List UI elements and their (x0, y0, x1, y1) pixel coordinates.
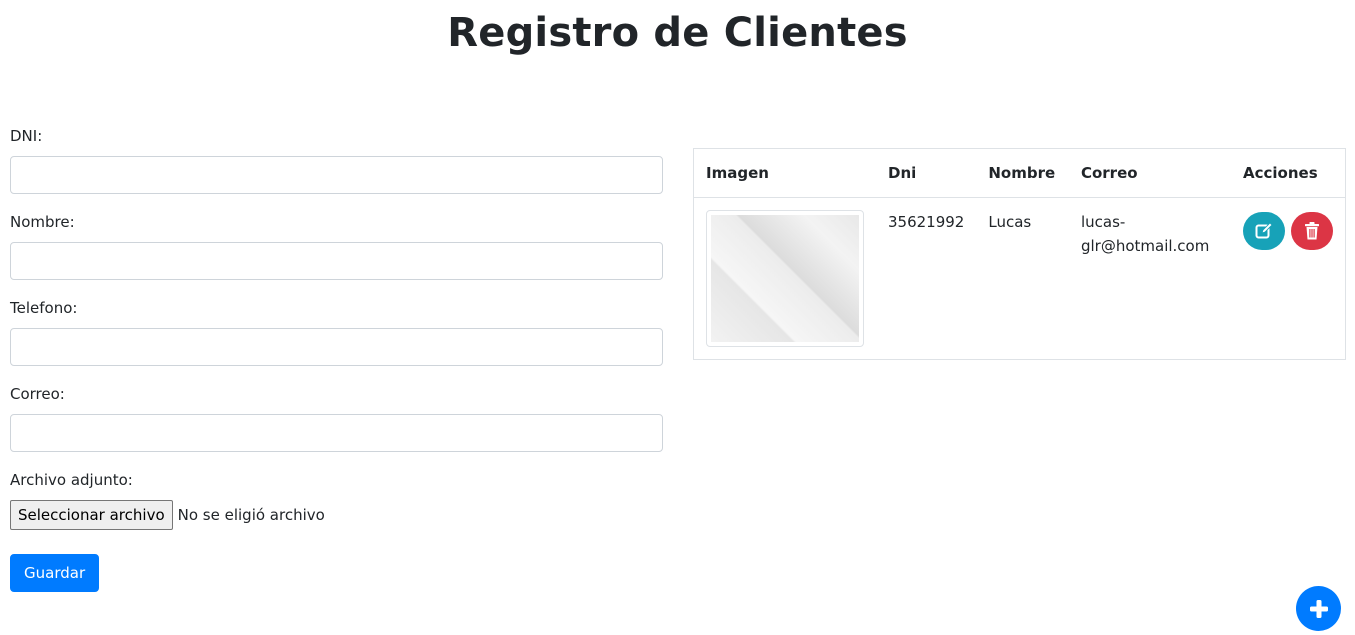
file-status-text: No se eligió archivo (177, 506, 325, 524)
edit-icon (1255, 221, 1273, 238)
page-title: Registro de Clientes (447, 10, 908, 56)
cell-nombre: Lucas (988, 212, 1032, 231)
correo-line-1: lucas- (1080, 212, 1126, 231)
save-button[interactable]: Guardar (10, 554, 100, 592)
client-form: DNI: Nombre: Telefono: Correo: Archivo a… (10, 126, 663, 592)
correo-label: Correo: (10, 385, 65, 403)
header-dni: Dni (876, 149, 977, 198)
cell-acciones (1231, 197, 1345, 359)
telefono-label: Telefono: (10, 299, 78, 317)
nombre-label: Nombre: (10, 213, 75, 231)
header-correo: Correo (1068, 149, 1231, 198)
cell-dni: 35621992 (888, 212, 965, 231)
table-header-row: Imagen Dni Nombre Correo Acciones (694, 149, 1345, 198)
trash-icon (1305, 221, 1319, 239)
choose-file-button[interactable]: Seleccionar archivo (10, 500, 173, 530)
dni-label: DNI: (10, 127, 43, 145)
add-client-fab[interactable] (1296, 586, 1341, 631)
clients-table: Imagen Dni Nombre Correo Acciones 356219… (694, 149, 1345, 359)
delete-button[interactable] (1291, 211, 1333, 250)
header-nombre: Nombre (976, 149, 1069, 198)
table-row: 35621992 Lucas lucas- glr@hotmail.com (694, 197, 1345, 359)
client-thumbnail (706, 209, 864, 347)
header-imagen: Imagen (694, 149, 876, 198)
header-acciones: Acciones (1231, 149, 1345, 198)
edit-button[interactable] (1243, 211, 1285, 250)
dni-input[interactable] (10, 156, 663, 194)
nombre-input[interactable] (10, 242, 663, 280)
archivo-label: Archivo adjunto: (10, 471, 133, 489)
correo-line-2: glr@hotmail.com (1080, 236, 1210, 255)
placeholder-image (711, 214, 859, 342)
cell-imagen (694, 197, 876, 359)
page: Registro de Clientes DNI: Nombre: Telefo… (0, 0, 1355, 635)
file-picker: Seleccionar archivo No se eligió archivo (10, 500, 663, 530)
cell-correo: lucas- glr@hotmail.com (1069, 197, 1231, 359)
row-actions (1243, 210, 1333, 250)
telefono-input[interactable] (10, 328, 663, 366)
plus-icon (1309, 599, 1328, 618)
correo-input[interactable] (10, 414, 663, 452)
clients-table-container: Imagen Dni Nombre Correo Acciones 356219… (693, 148, 1346, 360)
